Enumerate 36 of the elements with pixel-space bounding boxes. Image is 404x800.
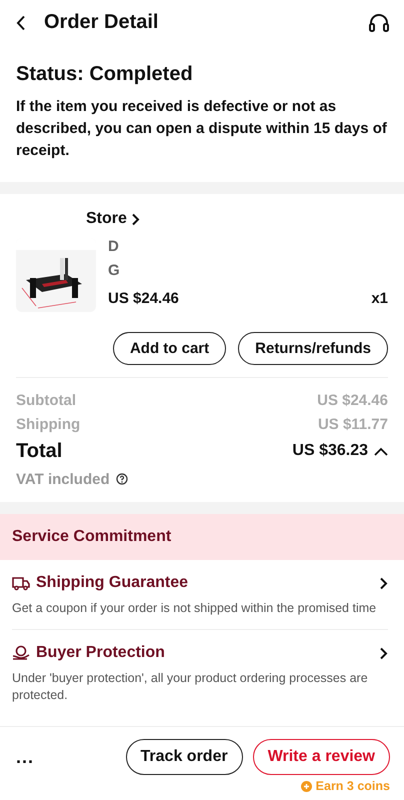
product-title: D: [108, 238, 120, 257]
service-description: Under 'buyer protection', all your product ordering processes are protected.: [12, 670, 369, 704]
track-order-button[interactable]: Track order: [126, 739, 243, 775]
chevron-right-icon: [130, 212, 140, 226]
chevron-right-icon: [379, 576, 388, 590]
vat-note: VAT included: [16, 470, 110, 488]
review-button[interactable]: Write a review: [252, 739, 390, 775]
back-icon[interactable]: [16, 14, 26, 30]
service-title[interactable]: Shipping Guarantee: [36, 574, 373, 592]
service-description: Get a coupon if your order is not shipped within the promised time: [12, 600, 378, 617]
headset-icon[interactable]: [368, 12, 390, 34]
summary-label: Subtotal: [16, 392, 76, 408]
total-value: US $36.23: [292, 442, 368, 460]
summary-value: US $11.77: [318, 416, 388, 432]
more-button[interactable]: ...: [16, 747, 116, 768]
chevron-right-icon: [379, 646, 388, 660]
section-title: Service Commitment: [0, 514, 404, 560]
summary-value: US $24.46: [317, 392, 388, 408]
page-title: Order Detail: [44, 11, 160, 34]
total-label: Total: [16, 440, 62, 462]
truck-icon: [12, 575, 30, 591]
returns-button[interactable]: Returns/refunds: [238, 332, 388, 365]
reward-text: Earn 3 coins: [316, 779, 390, 793]
product-title: G: [108, 262, 121, 281]
help-icon[interactable]: [116, 473, 128, 485]
add-to-cart-button[interactable]: Add to cart: [112, 332, 226, 365]
service-title[interactable]: Buyer Protection: [36, 644, 373, 662]
hand-coin-icon: [12, 645, 30, 661]
summary-label: Shipping: [16, 416, 80, 432]
coin-icon: [300, 780, 312, 792]
status-message: If the item you received is defective or not as described, you can open a dispute within 15 days of receipt.: [16, 97, 388, 161]
store-name[interactable]: Store: [86, 210, 127, 228]
product-quantity: x1: [371, 290, 388, 307]
product-price: US $24.46: [108, 290, 179, 307]
chevron-up-icon[interactable]: [374, 446, 388, 456]
status-title: Status: Completed: [16, 63, 194, 86]
